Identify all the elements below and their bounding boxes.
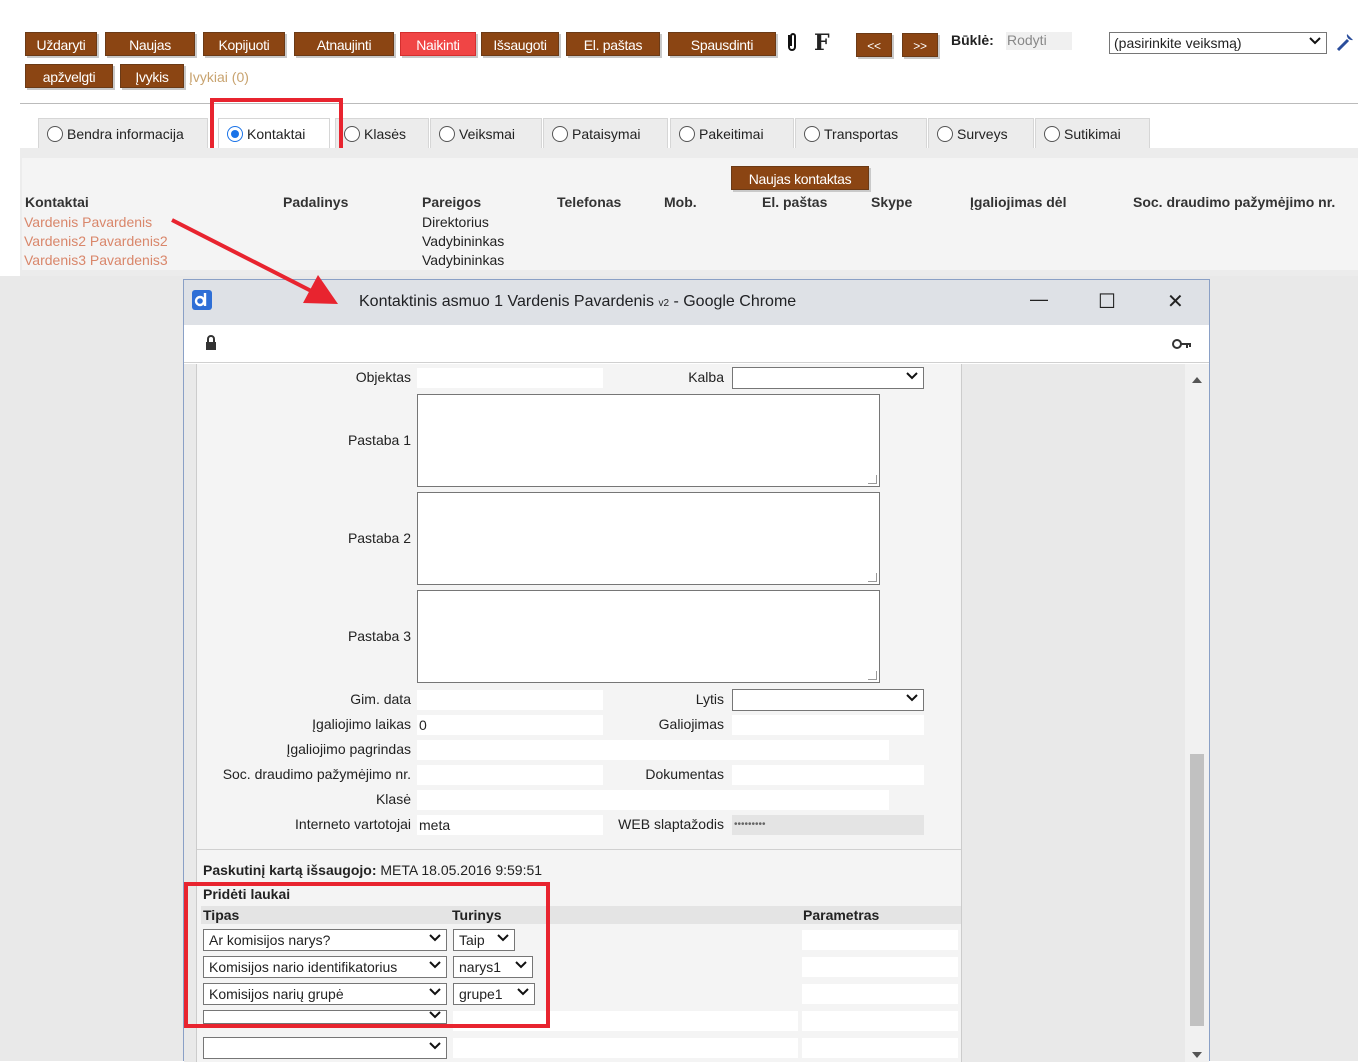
annotation-arrow-icon [171, 218, 338, 304]
